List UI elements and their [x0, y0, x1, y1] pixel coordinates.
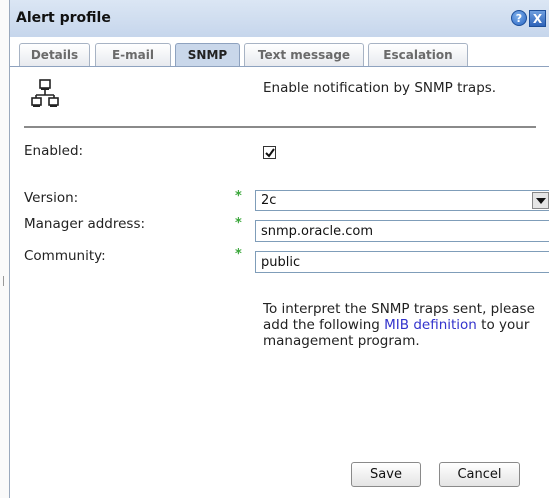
tab-details[interactable]: Details — [19, 43, 90, 67]
dialog-title: Alert profile — [16, 10, 111, 26]
gutter-tick — [3, 276, 4, 286]
close-icon[interactable]: X — [529, 10, 546, 27]
version-label: Version: — [24, 190, 79, 206]
section-divider — [24, 126, 536, 128]
cancel-button[interactable]: Cancel — [439, 462, 520, 487]
version-required-mark: * — [235, 189, 242, 204]
manager-address-field[interactable] — [255, 220, 549, 242]
save-button[interactable]: Save — [351, 462, 421, 487]
manager-address-label: Manager address: — [24, 216, 146, 232]
snmp-intro-text: Enable notification by SNMP traps. — [263, 80, 497, 96]
mib-definition-link[interactable]: MIB definition — [384, 317, 477, 333]
tab-escalation[interactable]: Escalation — [368, 43, 468, 67]
title-bar: Alert profile ? X — [10, 0, 549, 37]
community-required-mark: * — [235, 247, 242, 262]
community-field[interactable] — [255, 251, 549, 273]
chevron-down-icon[interactable] — [532, 192, 549, 209]
mib-info-text: To interpret the SNMP traps sent, please… — [263, 301, 543, 349]
manager-required-mark: * — [235, 216, 242, 231]
tab-email[interactable]: E-mail — [95, 43, 171, 67]
help-icon[interactable]: ? — [511, 10, 527, 26]
alert-profile-dialog: Alert profile ? X Details E-mail SNMP Te… — [9, 0, 549, 498]
tab-snmp[interactable]: SNMP — [175, 43, 240, 67]
tab-bar: Details E-mail SNMP Text message Escalat… — [10, 43, 549, 67]
version-select[interactable]: 2c — [255, 190, 549, 211]
tab-text-message[interactable]: Text message — [244, 43, 364, 67]
version-value: 2c — [261, 193, 277, 208]
tab-divider — [10, 66, 549, 67]
community-label: Community: — [24, 248, 106, 264]
enabled-checkbox[interactable] — [263, 146, 276, 159]
enabled-label: Enabled: — [24, 143, 84, 159]
left-gutter — [0, 0, 9, 498]
network-icon — [31, 79, 59, 109]
